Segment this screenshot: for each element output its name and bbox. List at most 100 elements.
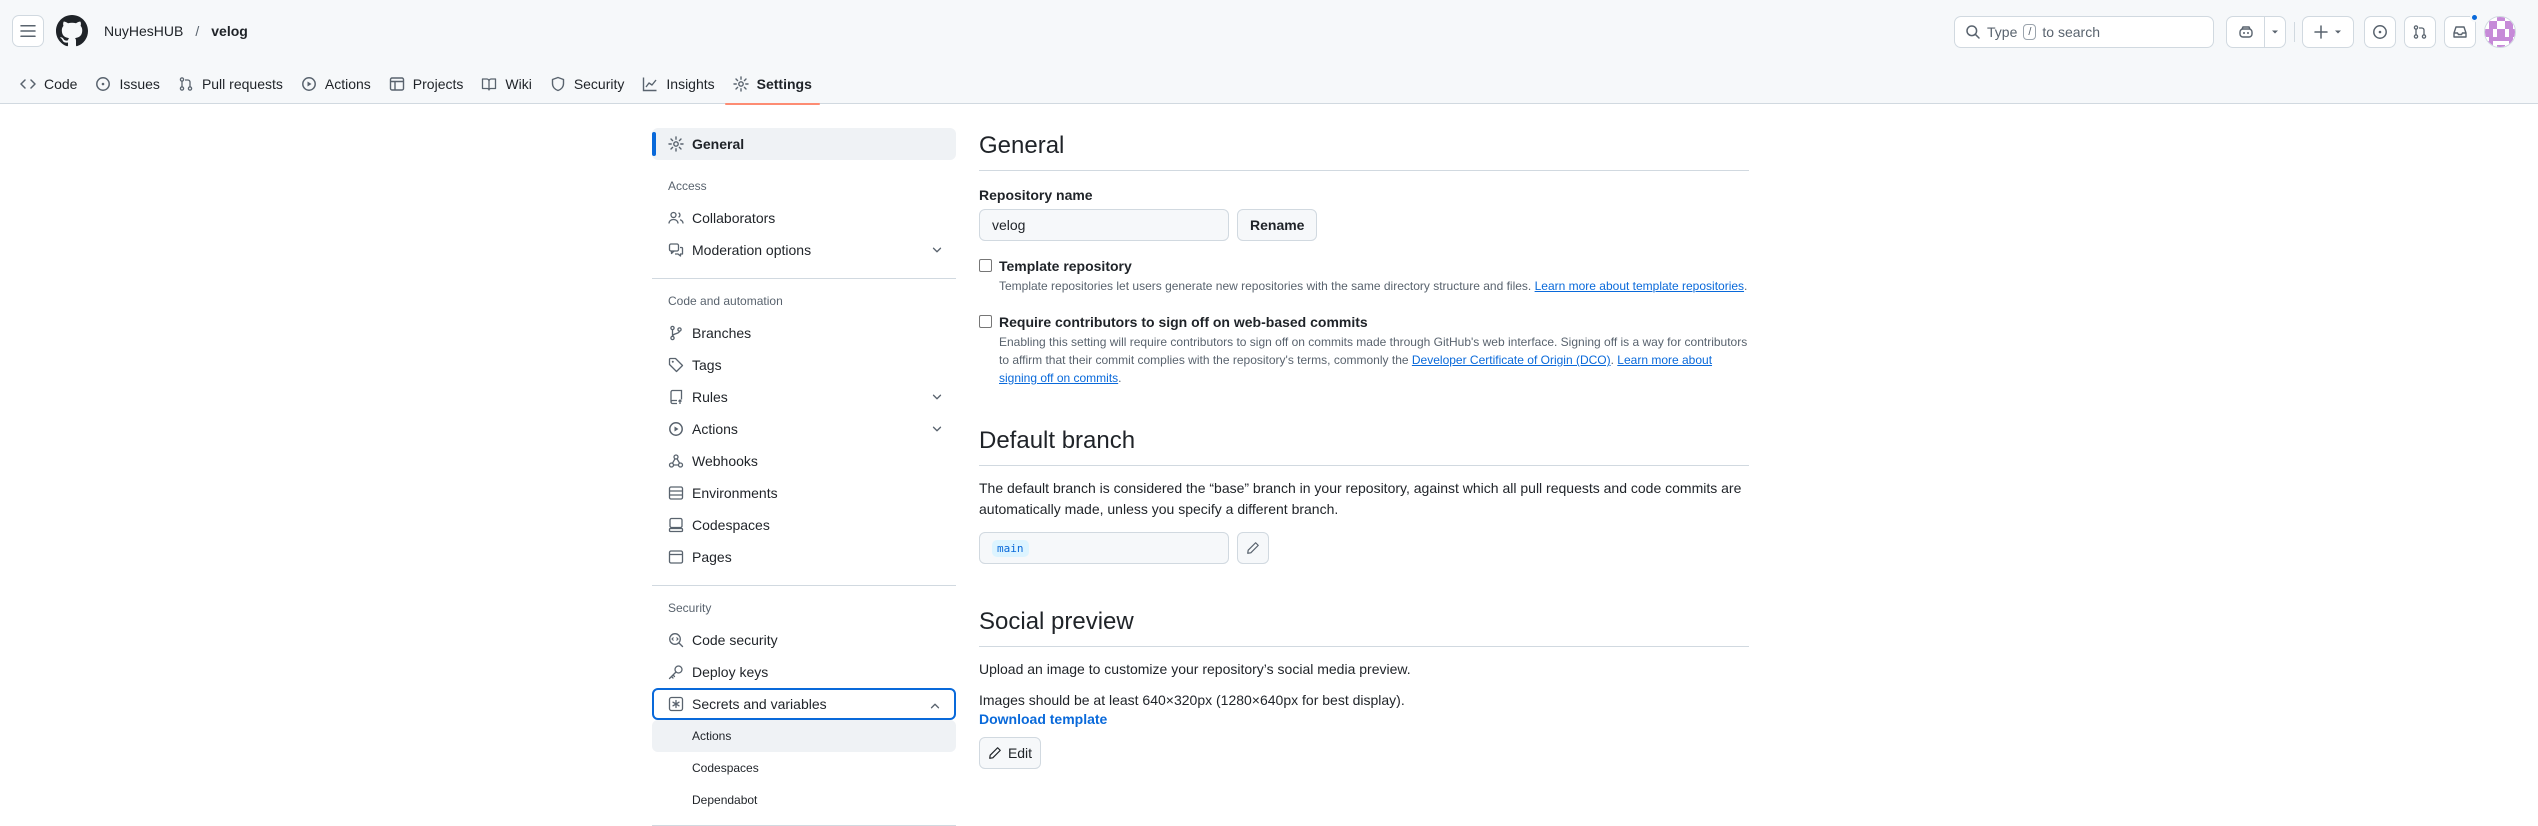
sidebar-item-label: Moderation options [692,242,812,258]
tab-label: Issues [119,76,160,92]
comment-discussion-icon [668,242,684,258]
default-branch-field: main [979,532,1229,564]
edit-social-button[interactable]: Edit [979,737,1041,769]
menu-button[interactable] [12,15,44,47]
sidebar-item-webhooks[interactable]: Webhooks [652,445,956,477]
your-issues-button[interactable] [2364,16,2396,48]
tag-icon [668,357,684,373]
sidebar-item-collaborators[interactable]: Collaborators [652,202,956,234]
tab-pull-requests[interactable]: Pull requests [170,64,291,104]
sidebar-item-label: Tags [692,357,722,373]
sidebar-subitem-codespaces[interactable]: Codespaces [652,752,956,784]
book-icon [481,76,497,92]
webhook-icon [668,453,684,469]
template-repo-checkbox[interactable] [979,259,992,272]
graph-icon [642,76,658,92]
sidebar-group-security: Security [668,601,712,615]
sidebar-item-moderation[interactable]: Moderation options [652,234,956,266]
key-icon [668,664,684,680]
signoff-desc: Enabling this setting will require contr… [999,335,1748,385]
sidebar-item-code-security[interactable]: Code security [652,624,956,656]
tab-projects[interactable]: Projects [381,64,472,104]
server-icon [668,485,684,501]
general-heading: General [979,128,1749,171]
play-icon [301,76,317,92]
git-branch-icon [668,325,684,341]
tab-settings[interactable]: Settings [724,64,821,105]
issue-opened-icon [2372,24,2388,40]
download-template-link[interactable]: Download template [979,711,1749,727]
app-header: NuyHesHUB / velog Type / to search Code … [0,0,2538,105]
github-logo-icon[interactable] [56,15,88,47]
sidebar-item-branches[interactable]: Branches [652,317,956,349]
shield-icon [550,76,566,92]
owner-link[interactable]: NuyHesHUB [104,18,183,44]
create-new-button[interactable] [2302,16,2354,48]
user-avatar[interactable] [2484,16,2516,48]
breadcrumb: NuyHesHUB / velog [104,18,248,44]
tab-label: Security [573,76,625,92]
issue-opened-icon [95,76,111,92]
tab-actions[interactable]: Actions [293,64,379,104]
search-icon [1965,24,1981,40]
header-divider [2294,22,2295,42]
sidebar-subitem-dependabot[interactable]: Dependabot [652,784,956,816]
copilot-icon [2238,24,2254,40]
inbox-icon [2452,24,2468,40]
chevron-down-icon [930,390,944,404]
dco-link[interactable]: Developer Certificate of Origin (DCO) [1412,353,1611,367]
repo-link[interactable]: velog [211,18,248,44]
play-icon [668,421,684,437]
default-branch-value: main [992,539,1029,557]
sidebar-item-environments[interactable]: Environments [652,477,956,509]
tab-security[interactable]: Security [542,64,633,104]
search-input[interactable]: Type / to search [1954,16,2214,48]
default-branch-heading: Default branch [979,423,1749,466]
copilot-dropdown-button[interactable] [2265,17,2285,47]
tab-wiki[interactable]: Wiki [473,64,539,104]
sidebar-item-deploy-keys[interactable]: Deploy keys [652,656,956,688]
sidebar-item-label: Code security [692,632,778,648]
sidebar-item-label: Pages [692,549,732,565]
copilot-button[interactable] [2227,17,2265,47]
settings-sidebar: General Access Collaborators Moderation … [652,128,956,826]
sidebar-item-actions[interactable]: Actions [652,413,956,445]
rename-button[interactable]: Rename [1237,209,1318,241]
sidebar-item-label: Rules [692,389,728,405]
template-desc-text: Template repositories let users generate… [999,279,1532,293]
repo-nav: Code Issues Pull requests Actions Projec… [12,64,822,105]
pencil-icon [1246,541,1260,555]
social-preview-heading: Social preview [979,604,1749,647]
settings-main: General Repository name velog Rename Tem… [979,128,1749,769]
git-pull-request-icon [178,76,194,92]
tab-label: Settings [756,76,812,92]
search-prefix: Type [1987,24,2018,40]
sidebar-item-secrets-variables[interactable]: Secrets and variables [652,688,956,720]
tab-insights[interactable]: Insights [634,64,722,104]
sidebar-item-label: General [692,136,745,152]
tab-label: Pull requests [201,76,283,92]
sidebar-item-general[interactable]: General [652,128,956,160]
gear-icon [732,76,749,92]
sidebar-item-rules[interactable]: Rules [652,381,956,413]
plus-icon [2313,24,2329,40]
key-asterisk-icon [668,696,684,712]
sidebar-subitem-actions[interactable]: Actions [652,720,956,752]
sidebar-item-tags[interactable]: Tags [652,349,956,381]
chevron-down-icon [930,243,944,257]
repo-name-input[interactable]: velog [979,209,1229,241]
tab-code[interactable]: Code [12,64,85,104]
triangle-down-icon [2270,27,2280,37]
chevron-up-icon [928,699,942,713]
chevron-down-icon [930,422,944,436]
sidebar-item-codespaces[interactable]: Codespaces [652,509,956,541]
signoff-checkbox[interactable] [979,315,992,328]
browser-icon [668,549,684,565]
sidebar-item-label: Branches [692,325,752,341]
tab-issues[interactable]: Issues [87,64,167,104]
sidebar-item-pages[interactable]: Pages [652,541,956,573]
triangle-down-icon [2333,27,2343,37]
your-pull-requests-button[interactable] [2404,16,2436,48]
template-learn-more-link[interactable]: Learn more about template repositories [1535,279,1744,293]
edit-branch-button[interactable] [1237,532,1269,564]
